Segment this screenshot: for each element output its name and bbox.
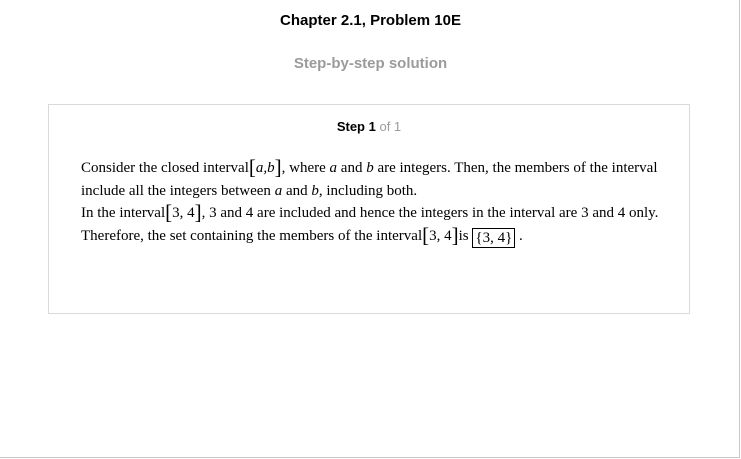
answer-text: 3, 4 — [482, 229, 506, 246]
text: and — [285, 182, 308, 199]
interval-a-b: [a,b] — [248, 155, 282, 179]
text: is — [458, 227, 469, 244]
answer-box: {3, 4} — [472, 227, 516, 248]
step-label: Step 1 — [336, 119, 376, 134]
math-text: 3, 4 — [429, 227, 452, 244]
text: Consider the closed interval — [81, 160, 249, 176]
math-text: a,b — [255, 160, 275, 176]
text: In the interval — [81, 205, 166, 221]
text: and — [340, 160, 363, 176]
solution-card: Step 1 of 1 Consider the closed interval… — [48, 104, 690, 314]
paragraph-3: Therefore, the set containing the member… — [81, 222, 671, 248]
chapter-title: Chapter 2.1, Problem 10E — [280, 12, 461, 29]
paragraph-1: Consider the closed interval[a,b], where… — [81, 157, 671, 202]
text: , 3 and 4 are included and hence the int… — [201, 205, 659, 221]
text: . — [519, 227, 523, 244]
interval-3-4: [3, 4] — [165, 200, 202, 224]
text: , including both. — [318, 182, 418, 199]
text: Therefore, the set containing the member… — [81, 227, 423, 244]
step-header: Step 1 of 1 — [49, 119, 689, 134]
var-b: b — [311, 182, 319, 199]
interval-3-4: [3, 4] — [422, 222, 459, 247]
math-text: 3, 4 — [172, 205, 195, 221]
paragraph-2: In the interval[3, 4], 3 and 4 are inclu… — [81, 202, 671, 225]
var-a: a — [274, 182, 283, 199]
solution-subtitle: Step-by-step solution — [293, 55, 448, 72]
step-count: of 1 — [379, 119, 402, 134]
var-b: b — [366, 160, 374, 176]
var-a: a — [329, 160, 338, 176]
step-content: Consider the closed interval[a,b], where… — [81, 157, 671, 248]
text: , where — [281, 160, 326, 176]
